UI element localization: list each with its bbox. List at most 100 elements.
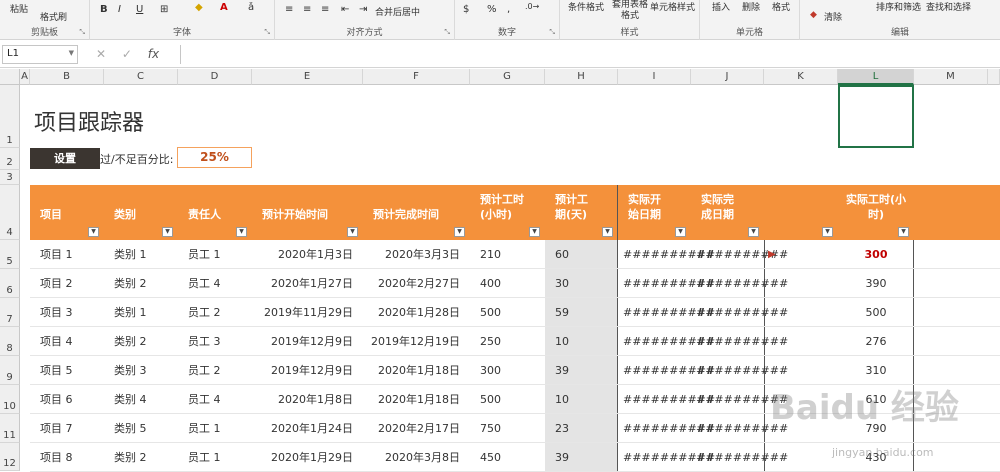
cell-act-start[interactable]: ########## [623, 269, 696, 298]
dialog-launcher-icon[interactable]: ⤡ [444, 28, 450, 37]
cell-act-start[interactable]: ########## [623, 240, 696, 269]
percent-button[interactable]: % [487, 4, 497, 15]
delete-button[interactable]: 删除 [742, 0, 760, 13]
italic-button[interactable]: I [118, 4, 121, 15]
cell-project[interactable]: 项目 6 [40, 385, 114, 414]
currency-icon[interactable]: $ [463, 4, 469, 15]
row-header-8[interactable]: 8 [0, 327, 20, 356]
row-header-12[interactable]: 12 [0, 443, 20, 471]
cell-est-days[interactable]: 39 [555, 443, 628, 472]
cell-act-end[interactable]: ########## [696, 269, 769, 298]
cell-est-start[interactable]: 2019年11月29日 [252, 298, 363, 327]
cell-act-end[interactable]: ########## [696, 385, 769, 414]
filter-dropdown-icon[interactable]: ▼ [347, 227, 358, 237]
cell-owner[interactable]: 员工 2 [188, 298, 262, 327]
cell-act-start[interactable]: ########## [623, 414, 696, 443]
row-header-7[interactable]: 7 [0, 298, 20, 327]
dialog-launcher-icon[interactable]: ⤡ [264, 28, 270, 37]
cell-est-hours[interactable]: 500 [480, 385, 555, 414]
filter-dropdown-icon[interactable]: ▼ [236, 227, 247, 237]
cell-act-end[interactable]: ########## [696, 414, 769, 443]
bold-button[interactable]: B [100, 4, 108, 15]
cell-est-hours[interactable]: 300 [480, 356, 555, 385]
cancel-icon[interactable]: ✕ [96, 47, 106, 61]
column-header-a[interactable]: A [20, 69, 30, 85]
flag-icon[interactable]: ▶ [768, 240, 842, 269]
column-header-e[interactable]: E [252, 69, 363, 85]
indent-icon[interactable]: ⇤ [341, 4, 349, 15]
cell-est-hours[interactable]: 250 [480, 327, 555, 356]
fill-color-icon[interactable]: ◆ [195, 2, 203, 13]
cell-est-end[interactable]: 2020年2月27日 [363, 269, 470, 298]
cell-est-hours[interactable]: 400 [480, 269, 555, 298]
cell-act-start[interactable]: ########## [623, 356, 696, 385]
column-header-h[interactable]: H [545, 69, 618, 85]
cell-project[interactable]: 项目 4 [40, 327, 114, 356]
increase-decimal-icon[interactable]: .0→ [525, 2, 539, 11]
filter-dropdown-icon[interactable]: ▼ [898, 227, 909, 237]
cell-category[interactable]: 类别 4 [114, 385, 188, 414]
cell-project[interactable]: 项目 7 [40, 414, 114, 443]
row-header-3[interactable]: 3 [0, 170, 20, 185]
cell-owner[interactable]: 员工 4 [188, 385, 262, 414]
insert-button[interactable]: 插入 [712, 0, 730, 13]
cell-category[interactable]: 类别 2 [114, 327, 188, 356]
selected-cell-l1[interactable] [838, 85, 914, 148]
cell-act-start[interactable]: ########## [623, 327, 696, 356]
cell-category[interactable]: 类别 1 [114, 298, 188, 327]
column-header-n[interactable] [988, 69, 1000, 85]
row-header-5[interactable]: 5 [0, 240, 20, 269]
cell-est-end[interactable]: 2020年2月17日 [363, 414, 470, 443]
format-painter-button[interactable]: 格式刷 [40, 10, 67, 23]
column-header-c[interactable]: C [104, 69, 178, 85]
cell-category[interactable]: 类别 1 [114, 240, 188, 269]
flag-icon[interactable] [768, 269, 842, 298]
conditional-format-button[interactable]: 条件格式 [568, 0, 604, 13]
settings-button[interactable]: 设置 [30, 148, 100, 169]
cell-act-hours[interactable]: 276 [838, 327, 914, 356]
cell-owner[interactable]: 员工 1 [188, 414, 262, 443]
cell-est-hours[interactable]: 500 [480, 298, 555, 327]
confirm-icon[interactable]: ✓ [122, 47, 132, 61]
cell-est-start[interactable]: 2019年12月9日 [252, 356, 363, 385]
cell-owner[interactable]: 员工 1 [188, 240, 262, 269]
table-format-button[interactable]: 套用表格格式 [612, 0, 648, 22]
column-header-g[interactable]: G [470, 69, 545, 85]
cell-est-start[interactable]: 2020年1月29日 [252, 443, 363, 472]
cell-category[interactable]: 类别 2 [114, 443, 188, 472]
cell-project[interactable]: 项目 5 [40, 356, 114, 385]
filter-dropdown-icon[interactable]: ▼ [748, 227, 759, 237]
column-header-l[interactable]: L [838, 69, 914, 85]
format-button[interactable]: 格式 [772, 0, 790, 13]
cell-act-start[interactable]: ########## [623, 443, 696, 472]
insert-function-icon[interactable]: fx [148, 47, 159, 61]
cell-owner[interactable]: 员工 4 [188, 269, 262, 298]
cell-category[interactable]: 类别 5 [114, 414, 188, 443]
underline-button[interactable]: U [136, 4, 143, 15]
percent-input[interactable]: 25% [177, 147, 252, 168]
cell-est-start[interactable]: 2019年12月9日 [252, 327, 363, 356]
cell-category[interactable]: 类别 3 [114, 356, 188, 385]
cell-est-days[interactable]: 23 [555, 414, 628, 443]
cell-act-end[interactable]: ########## [696, 356, 769, 385]
clear-icon[interactable]: ◆ [810, 10, 817, 20]
cell-est-end[interactable]: 2020年1月18日 [363, 356, 470, 385]
column-header-i[interactable]: I [618, 69, 691, 85]
flag-icon[interactable] [768, 298, 842, 327]
cell-est-hours[interactable]: 210 [480, 240, 555, 269]
row-header-9[interactable]: 9 [0, 356, 20, 385]
column-header-j[interactable]: J [691, 69, 764, 85]
paste-button[interactable]: 粘贴 [10, 2, 28, 15]
row-header-1[interactable]: 1 [0, 85, 20, 148]
cell-est-start[interactable]: 2020年1月27日 [252, 269, 363, 298]
sort-filter-button[interactable]: 排序和筛选 [876, 0, 921, 13]
cell-est-hours[interactable]: 450 [480, 443, 555, 472]
cell-act-start[interactable]: ########## [623, 298, 696, 327]
dialog-launcher-icon[interactable]: ⤡ [79, 28, 85, 37]
row-header-4[interactable]: 4 [0, 185, 20, 240]
name-box[interactable]: L1 ▼ [2, 45, 78, 64]
row-header-2[interactable]: 2 [0, 148, 20, 170]
cell-est-days[interactable]: 59 [555, 298, 628, 327]
cell-est-end[interactable]: 2020年3月8日 [363, 443, 470, 472]
phonetic-icon[interactable]: ǎ [248, 2, 254, 13]
